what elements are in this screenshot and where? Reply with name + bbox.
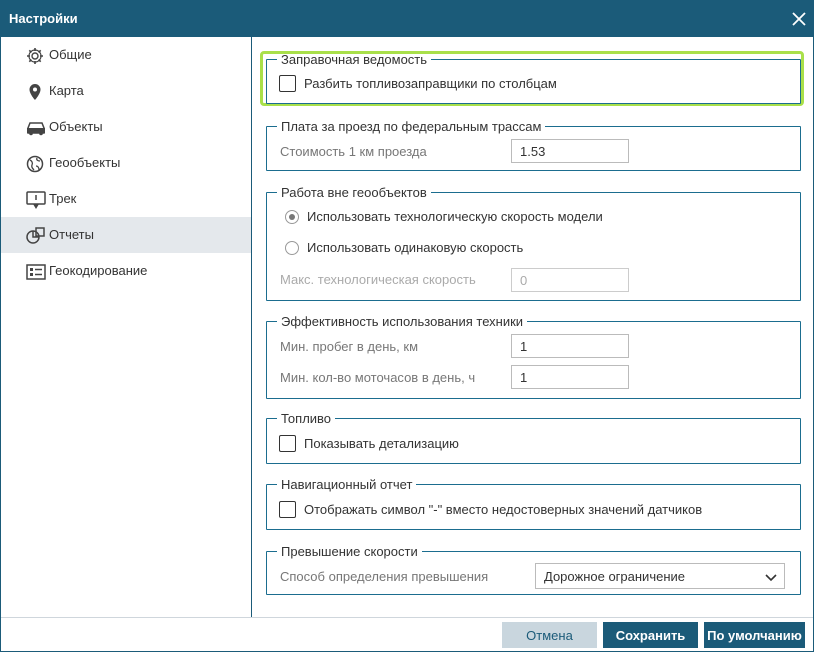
dialog-footer: Отмена Сохранить По умолчанию: [1, 617, 813, 652]
car-icon: [25, 118, 45, 136]
same-speed-radio[interactable]: [285, 241, 299, 255]
close-icon[interactable]: [791, 11, 807, 27]
address-card-icon: [25, 262, 46, 280]
sidebar-item-label: Геокодирование: [49, 263, 148, 278]
same-speed-label: Использовать одинаковую скорость: [307, 240, 524, 255]
sidebar-item-reports[interactable]: Отчеты: [1, 217, 251, 253]
chevron-down-icon: [764, 570, 778, 584]
sidebar-item-label: Отчеты: [49, 227, 94, 242]
dash-symbol-checkbox[interactable]: [279, 501, 296, 518]
section-legend: Работа вне геообъектов: [281, 185, 427, 200]
globe-icon: [25, 154, 45, 173]
speeding-method-value: Дорожное ограничение: [544, 569, 685, 584]
section-legend: Эффективность использования техники: [281, 314, 524, 329]
tech-speed-label: Использовать технологическую скорость мо…: [307, 209, 603, 224]
min-mileage-input[interactable]: [511, 334, 629, 358]
gear-icon: [25, 46, 45, 64]
cancel-button[interactable]: Отмена: [502, 622, 597, 648]
dialog-title: Настройки: [9, 11, 78, 26]
sidebar-item-label: Карта: [49, 83, 84, 98]
title-bar: Настройки: [1, 1, 813, 37]
max-speed-label: Макс. технологическая скорость: [280, 272, 476, 287]
sidebar-item-label: Трек: [49, 191, 77, 206]
section-legend: Заправочная ведомость: [281, 52, 428, 67]
sidebar-item-map[interactable]: Карта: [1, 73, 251, 109]
sidebar-item-track[interactable]: Трек: [1, 181, 251, 217]
toll-cost-input[interactable]: [511, 139, 629, 163]
pie-chart-icon: [25, 226, 45, 244]
sidebar-item-label: Геообъекты: [49, 155, 121, 170]
sidebar-item-label: Общие: [49, 47, 92, 62]
section-legend: Навигационный отчет: [281, 477, 413, 492]
min-mileage-label: Мин. пробег в день, км: [280, 339, 419, 354]
show-detail-checkbox[interactable]: [279, 435, 296, 452]
section-legend: Топливо: [281, 411, 332, 426]
settings-dialog: Настройки Общие Карта Объекты Геообъекты…: [0, 0, 814, 652]
dash-symbol-label: Отображать символ "-" вместо недостоверн…: [304, 502, 703, 517]
save-button[interactable]: Сохранить: [603, 622, 698, 648]
section-legend: Плата за проезд по федеральным трассам: [281, 119, 542, 134]
speeding-method-label: Способ определения превышения: [280, 569, 489, 584]
max-speed-input[interactable]: [511, 268, 629, 292]
sidebar-item-geocoding[interactable]: Геокодирование: [1, 253, 251, 289]
section-legend: Превышение скорости: [281, 544, 418, 559]
min-hours-label: Мин. кол-во моточасов в день, ч: [280, 370, 476, 385]
sidebar-item-geoobjects[interactable]: Геообъекты: [1, 145, 251, 181]
split-fuelers-label: Разбить топливозаправщики по столбцам: [304, 76, 557, 91]
min-hours-input[interactable]: [511, 365, 629, 389]
split-fuelers-checkbox[interactable]: [279, 75, 296, 92]
map-pin-icon: [25, 82, 45, 100]
default-button[interactable]: По умолчанию: [704, 622, 805, 648]
show-detail-label: Показывать детализацию: [304, 436, 459, 451]
toll-cost-label: Стоимость 1 км проезда: [280, 144, 427, 159]
sidebar-item-general[interactable]: Общие: [1, 37, 251, 73]
tech-speed-radio[interactable]: [285, 210, 299, 224]
track-icon: [25, 190, 46, 209]
speeding-method-select[interactable]: Дорожное ограничение: [535, 563, 785, 589]
sidebar-item-label: Объекты: [49, 119, 103, 134]
sidebar: Общие Карта Объекты Геообъекты Трек Отче…: [1, 37, 252, 617]
sidebar-item-objects[interactable]: Объекты: [1, 109, 251, 145]
